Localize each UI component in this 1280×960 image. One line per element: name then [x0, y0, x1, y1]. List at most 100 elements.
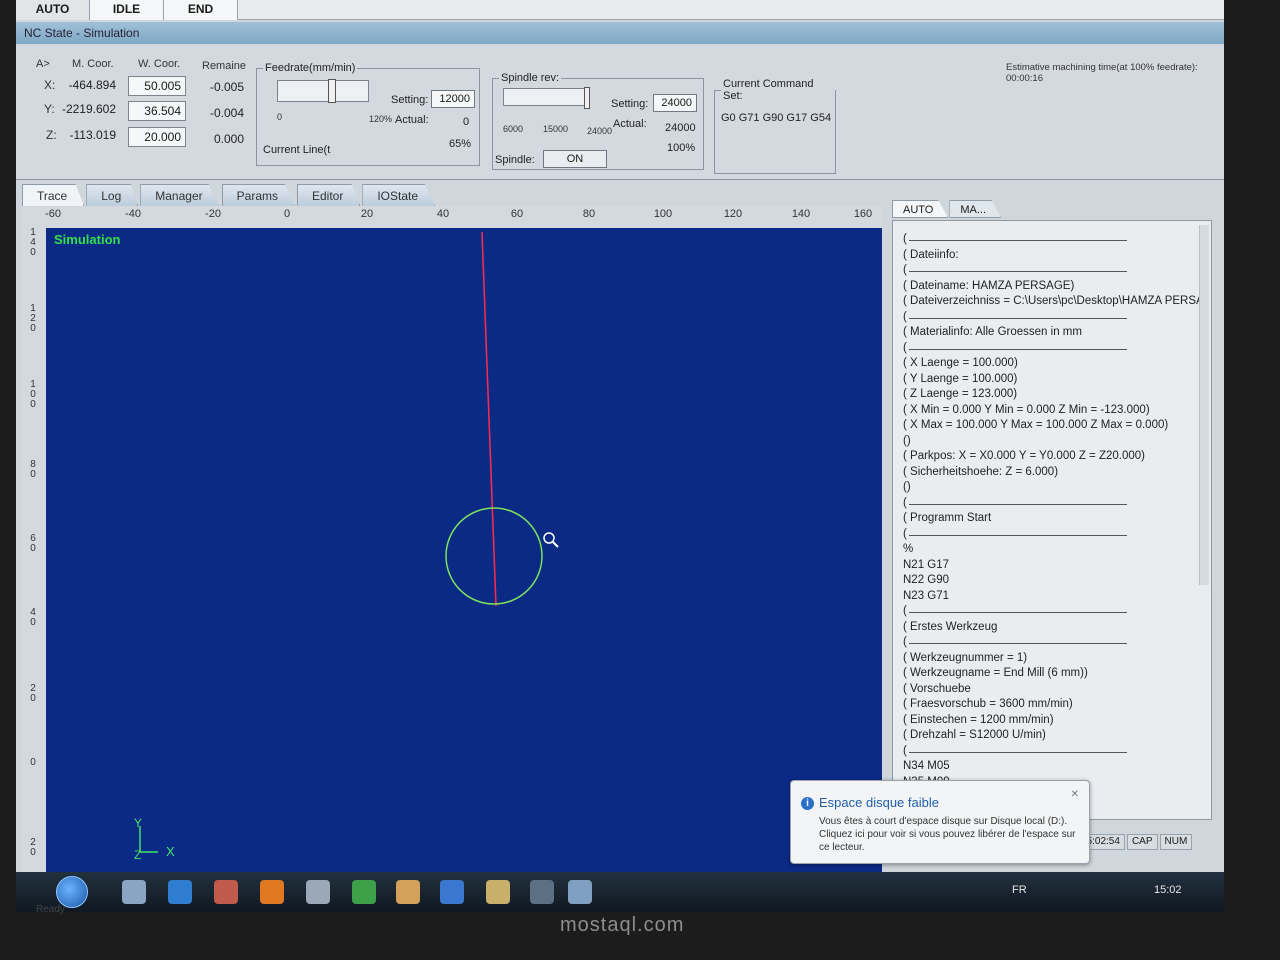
tab-trace[interactable]: Trace	[22, 184, 85, 206]
ruler-y-tick: 1 4 0	[30, 227, 36, 258]
mode-bar: AUTO IDLE END	[16, 0, 1224, 20]
spindle-scale-mid: 15000	[543, 124, 569, 134]
program-line: (	[903, 233, 907, 245]
tab-editor[interactable]: Editor	[296, 184, 361, 206]
tab-iostate[interactable]: IOState	[362, 184, 436, 206]
ruler-y-tick: 8 0	[30, 459, 36, 480]
taskbar: FR 15:02	[16, 872, 1224, 912]
program-line: ( Parkpos: X = X0.000 Y = Y0.000 Z = Z20…	[903, 450, 1145, 462]
horizontal-ruler: -60 -40 -20 0 20 40 60 80 100 120 140 16…	[22, 206, 882, 228]
app-icon[interactable]	[306, 880, 330, 904]
axis-indicator-icon	[139, 826, 158, 853]
spindle-group: Spindle rev: 6000 15000 24000 Setting: 2…	[492, 72, 704, 170]
ruler-x-tick: 100	[653, 208, 673, 220]
ruler-x-tick: 40	[436, 208, 450, 220]
ie-icon[interactable]	[168, 880, 192, 904]
remain-z: 0.000	[213, 132, 244, 146]
cnc-app-icon[interactable]	[530, 880, 554, 904]
tab-manager[interactable]: Manager	[140, 184, 220, 206]
feedrate-legend: Feedrate(mm/min)	[265, 62, 356, 74]
status-cap: CAP	[1126, 834, 1158, 850]
app-icon[interactable]	[568, 880, 592, 904]
program-line: ( Dateiinfo:	[903, 248, 959, 261]
chrome-icon[interactable]	[352, 880, 376, 904]
tab-auto[interactable]: AUTO	[892, 200, 949, 218]
info-icon: i	[801, 797, 814, 810]
media-icon[interactable]	[214, 880, 238, 904]
program-line: ( Y Laenge = 100.000)	[903, 372, 1018, 385]
spindle-slider[interactable]	[503, 87, 590, 109]
ruler-y-tick: 4 0	[30, 607, 36, 628]
close-icon[interactable]: ✕	[1071, 789, 1079, 800]
feedrate-scale-min: 0	[277, 112, 283, 122]
feedrate-scale-max: 120%	[369, 114, 393, 124]
program-line: (	[903, 605, 907, 617]
separator-line	[909, 271, 1127, 272]
work-coord-header: W. Coor.	[138, 58, 181, 70]
simulation-canvas[interactable]: Simulation Y Z X	[46, 228, 882, 892]
status-num: NUM	[1159, 834, 1193, 850]
view-tabs: Trace Log Manager Params Editor IOState	[22, 184, 437, 206]
command-legend: Current Command Set:	[723, 78, 814, 102]
folder-icon[interactable]	[486, 880, 510, 904]
ruler-y-tick: 2 0	[30, 683, 36, 704]
auto-mode-button[interactable]: AUTO	[16, 0, 90, 20]
notification-body: Vous êtes à court d'espace disque sur Di…	[819, 816, 1076, 853]
app-icon[interactable]	[396, 880, 420, 904]
program-listing[interactable]: (( Dateiinfo: (( Dateiname: HAMZA PERSAGE…	[892, 220, 1212, 820]
toolpath-svg	[139, 231, 559, 853]
vertical-ruler: 1 4 0 1 2 0 1 0 0 8 0 6 0 4 0 2 0 0 2 0	[22, 228, 46, 892]
help-icon[interactable]	[440, 880, 464, 904]
program-line: N21 G17	[903, 558, 950, 571]
separator-line	[909, 317, 1127, 319]
language-indicator[interactable]: FR	[1012, 884, 1027, 896]
idle-mode-button[interactable]: IDLE	[90, 0, 164, 20]
tab-ma[interactable]: MA...	[949, 200, 1002, 218]
feedrate-percent: 65%	[449, 138, 472, 150]
work-coord-z: 20.000	[128, 127, 186, 147]
ruler-x-tick: 120	[723, 208, 743, 220]
program-scrollbar[interactable]	[1199, 225, 1209, 585]
program-line: ( X Min = 0.000 Y Min = 0.000 Z Min = -1…	[903, 403, 1150, 416]
machine-coord-z: -113.019	[69, 128, 116, 142]
machine-coord-y: -2219.602	[61, 102, 116, 116]
tray-clock[interactable]: 15:02	[1154, 884, 1182, 896]
firefox-icon[interactable]	[260, 880, 284, 904]
program-line: ( Dateiverzeichniss = C:\Users\pc\Deskto…	[903, 295, 1208, 307]
program-line: %	[903, 543, 914, 555]
watermark: mostaql.com	[560, 914, 685, 936]
spindle-setting-field[interactable]: 24000	[653, 94, 697, 112]
spindle-actual-value: 24000	[665, 122, 696, 134]
spindle-legend: Spindle rev:	[501, 72, 560, 84]
cnc-screen: AUTO IDLE END NC State - Simulation A> M…	[16, 0, 1224, 912]
low-disk-notification[interactable]: i ✕ Espace disque faible Vous êtes à cou…	[790, 780, 1090, 864]
command-value: G0 G71 G90 G17 G54	[721, 112, 832, 124]
spindle-scale-high: 24000	[587, 126, 613, 136]
ruler-x-tick: 60	[510, 208, 524, 220]
work-coord-x: 50.005	[128, 76, 186, 96]
end-mode-button[interactable]: END	[164, 0, 238, 20]
spindle-slider-thumb[interactable]	[584, 87, 590, 109]
remain-header: Remaine	[202, 60, 247, 72]
spindle-on-button[interactable]: ON	[543, 150, 607, 168]
tab-log[interactable]: Log	[86, 184, 139, 206]
feedrate-actual-value: 0	[463, 116, 470, 128]
rapid-move-path	[481, 231, 497, 607]
feedrate-slider-thumb[interactable]	[328, 79, 336, 103]
window-title: NC State - Simulation	[16, 22, 1224, 44]
program-line: ( Erstes Werkzeug	[903, 620, 998, 633]
feedrate-slider[interactable]	[277, 79, 369, 103]
explorer-icon[interactable]	[122, 880, 146, 904]
ruler-x-tick: -20	[205, 208, 221, 220]
ruler-y-tick: 1 0 0	[30, 379, 36, 410]
ruler-y-tick: 6 0	[30, 533, 36, 554]
program-line: (	[903, 310, 907, 323]
program-line: (	[903, 264, 907, 276]
ruler-x-tick: 0	[283, 208, 291, 220]
command-group: Current Command Set: G0 G71 G90 G17 G54	[714, 78, 836, 174]
program-line: (	[903, 496, 907, 509]
spindle-percent: 100%	[667, 142, 696, 154]
tab-params[interactable]: Params	[221, 184, 295, 206]
ready-status: Ready	[36, 904, 65, 915]
feedrate-setting-field[interactable]: 12000	[431, 90, 475, 108]
